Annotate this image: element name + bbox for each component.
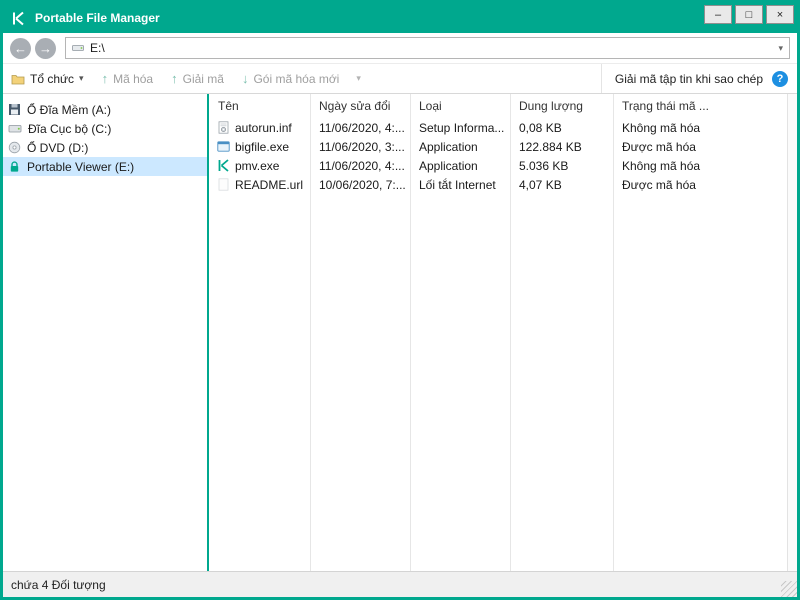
toolbar-right-section: Giải mã tập tin khi sao chép ? [600, 64, 797, 93]
drive-sidebar: Ổ Đĩa Mềm (A:) Đĩa Cục bộ (C:) Ổ DVD (D:… [3, 94, 207, 571]
file-name-cell: autorun.inf [209, 121, 310, 135]
column-header-name[interactable]: Tên [209, 99, 310, 113]
decrypt-button[interactable]: ↑ Giải mã [171, 72, 224, 86]
help-icon[interactable]: ? [772, 70, 788, 87]
status-bar: chứa 4 Đối tượng [3, 571, 797, 597]
file-name: autorun.inf [235, 120, 292, 135]
decrypt-arrow-icon: ↑ [171, 71, 178, 86]
file-name: pmv.exe [235, 158, 280, 173]
main-area: Ổ Đĩa Mềm (A:) Đĩa Cục bộ (C:) Ổ DVD (D:… [3, 94, 797, 571]
file-type: Application [419, 139, 478, 154]
new-package-arrow-icon: ↓ [241, 71, 249, 86]
file-modified: 11/06/2020, 4:... [319, 120, 405, 135]
sidebar-item-local-disk-c[interactable]: Đĩa Cục bộ (C:) [3, 119, 207, 138]
dvd-disc-icon [8, 141, 21, 154]
titlebar[interactable]: Portable File Manager – □ × [3, 3, 797, 33]
organize-label: Tổ chức [30, 71, 75, 86]
column-header-size[interactable]: Dung lượng [510, 99, 613, 113]
column-header-status[interactable]: Trạng thái mã ... [613, 99, 787, 113]
file-size: 4,07 KB [519, 177, 562, 192]
file-name-cell: pmv.exe [209, 159, 310, 173]
forward-button[interactable]: → [35, 37, 56, 59]
sidebar-item-label: Ổ Đĩa Mềm (A:) [27, 102, 112, 117]
file-name: README.url [235, 177, 304, 192]
minimize-button[interactable]: – [704, 5, 732, 24]
encrypt-button[interactable]: ↑ Mã hóa [102, 72, 154, 86]
column-divider [410, 94, 411, 571]
table-row[interactable]: pmv.exe 11/06/2020, 4:... Application 5.… [209, 156, 787, 175]
sidebar-item-label: Portable Viewer (E:) [27, 159, 135, 174]
navigation-bar: ← → E:\ ▾ [3, 33, 797, 63]
sidebar-item-floppy-a[interactable]: Ổ Đĩa Mềm (A:) [3, 100, 207, 119]
column-divider [613, 94, 614, 571]
new-package-button[interactable]: ↓ Gói mã hóa mới ▾ [242, 72, 361, 86]
close-button[interactable]: × [766, 5, 794, 24]
hard-drive-icon [8, 122, 22, 135]
url-file-icon [217, 178, 230, 191]
file-modified: 11/06/2020, 4:... [319, 158, 405, 173]
drive-icon [72, 43, 84, 53]
new-package-label: Gói mã hóa mới [253, 71, 340, 86]
file-status: Không mã hóa [622, 120, 701, 135]
file-list: Tên Ngày sửa đổi Loại Dung lượng Trạng t… [209, 94, 787, 571]
encrypt-label: Mã hóa [113, 71, 154, 86]
lock-icon [8, 160, 21, 173]
table-row[interactable]: bigfile.exe 11/06/2020, 3:... Applicatio… [209, 137, 787, 156]
kaspersky-k-icon [217, 159, 230, 172]
window-title: Portable File Manager [35, 11, 160, 25]
sidebar-item-label: Đĩa Cục bộ (C:) [28, 121, 112, 136]
file-status: Được mã hóa [622, 139, 696, 154]
kaspersky-logo-icon [11, 11, 26, 26]
sidebar-item-label: Ổ DVD (D:) [27, 140, 89, 155]
column-divider [510, 94, 511, 571]
status-text: chứa 4 Đối tượng [11, 577, 106, 592]
file-status: Được mã hóa [622, 177, 696, 192]
caret-down-icon: ▾ [79, 73, 84, 83]
column-header-type[interactable]: Loại [410, 99, 510, 113]
file-modified: 10/06/2020, 7:... [319, 177, 406, 192]
column-header-modified[interactable]: Ngày sửa đổi [310, 99, 410, 113]
decrypt-on-copy-label[interactable]: Giải mã tập tin khi sao chép [615, 72, 763, 86]
window-controls: – □ × [704, 3, 797, 24]
decrypt-label: Giải mã [182, 71, 224, 86]
file-type: Setup Informa... [419, 120, 505, 135]
file-type: Application [419, 158, 478, 173]
file-size: 5.036 KB [519, 158, 569, 173]
file-name: bigfile.exe [235, 139, 290, 154]
file-name-cell: README.url [209, 178, 310, 192]
exe-file-icon [217, 140, 230, 153]
folder-icon [11, 73, 25, 85]
address-text: E:\ [90, 41, 105, 55]
file-modified: 11/06/2020, 3:... [319, 139, 405, 154]
inf-file-icon [217, 121, 230, 134]
table-row[interactable]: README.url 10/06/2020, 7:... Lối tắt Int… [209, 175, 787, 194]
file-status: Không mã hóa [622, 158, 701, 173]
column-divider [310, 94, 311, 571]
table-row[interactable]: autorun.inf 11/06/2020, 4:... Setup Info… [209, 118, 787, 137]
vertical-scrollbar[interactable] [787, 94, 797, 571]
sidebar-item-dvd-d[interactable]: Ổ DVD (D:) [3, 138, 207, 157]
back-button[interactable]: ← [10, 37, 31, 59]
organize-button[interactable]: Tổ chức ▾ [11, 72, 84, 86]
file-name-cell: bigfile.exe [209, 140, 310, 154]
address-dropdown-icon[interactable]: ▾ [778, 43, 783, 54]
file-type: Lối tắt Internet [419, 177, 496, 192]
column-header-row: Tên Ngày sửa đổi Loại Dung lượng Trạng t… [209, 94, 787, 118]
file-size: 0,08 KB [519, 120, 562, 135]
toolbar: Tổ chức ▾ ↑ Mã hóa ↑ Giải mã ↓ Gói mã hó… [3, 63, 797, 94]
portable-file-manager-window: Portable File Manager – □ × ← → E:\ ▾ Tổ… [0, 0, 800, 600]
encrypt-arrow-icon: ↑ [101, 71, 109, 86]
new-package-menu-caret-icon[interactable]: ▾ [356, 73, 361, 84]
sidebar-item-portable-viewer-e[interactable]: Portable Viewer (E:) [3, 157, 207, 176]
address-bar[interactable]: E:\ ▾ [65, 37, 790, 59]
maximize-button[interactable]: □ [735, 5, 763, 24]
floppy-disk-icon [8, 103, 21, 116]
resize-grip[interactable] [781, 581, 797, 597]
file-size: 122.884 KB [519, 139, 582, 154]
